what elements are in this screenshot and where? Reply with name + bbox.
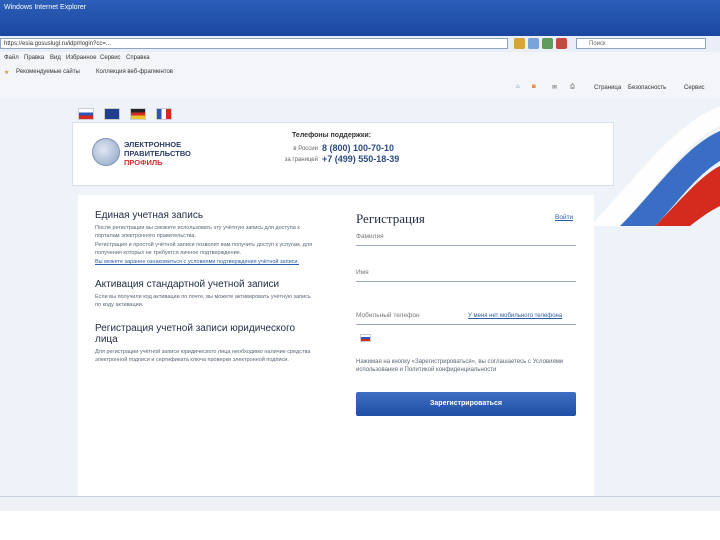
menu-favorites[interactable]: Избранное	[66, 55, 96, 61]
flag-de-icon[interactable]	[130, 108, 146, 120]
lastname-field[interactable]: Фамилия	[356, 233, 576, 246]
flag-fr-icon[interactable]	[156, 108, 172, 120]
section-text-activation: Если вы получили код активации по почте,…	[95, 293, 311, 308]
menu-help[interactable]: Справка	[126, 55, 150, 61]
flag-en-icon[interactable]	[104, 108, 120, 120]
fav-web-slices[interactable]: Коллекция веб-фрагментов	[96, 69, 173, 75]
logo-line-2: ПРАВИТЕЛЬСТВО	[124, 149, 191, 158]
emblem-icon	[92, 138, 120, 166]
link-confirm-conditions[interactable]: Вы можете заранее ознакомиться с условия…	[95, 259, 313, 267]
menu-view[interactable]: Вид	[50, 55, 61, 61]
flag-ru-icon[interactable]	[78, 108, 94, 120]
logo-line-1: ЭЛЕКТРОННОЕ	[124, 140, 182, 149]
section-title-activation: Активация стандартной учетной записи	[95, 278, 280, 290]
fav-suggested-sites[interactable]: Рекомендуемые сайты	[16, 69, 80, 75]
section-text-legal: Для регистрации учётной записи юридическ…	[95, 349, 311, 363]
home-icon[interactable]: ⌂	[516, 84, 520, 90]
address-bar: https://esia.gosuslugi.ru/idp/rlogin?cc=…	[0, 36, 720, 53]
star-icon[interactable]: ★	[4, 69, 9, 76]
info-column: Единая учетная запись После регистрации …	[95, 210, 313, 364]
login-link[interactable]: Войти	[555, 214, 573, 221]
section-title-legal: Регистрация учетной записи юридического …	[95, 323, 296, 346]
phone-russia: 8 (800) 100-70-10	[322, 143, 395, 153]
compat-view-icon[interactable]	[528, 38, 539, 49]
menu-file[interactable]: Файл	[4, 55, 19, 61]
section-text-account: После регистрации вы сможете использоват…	[95, 225, 300, 239]
language-switcher	[72, 104, 180, 122]
window-title: Windows Internet Explorer	[4, 4, 87, 11]
favorites-bar: ★ Рекомендуемые сайты Коллекция веб-фраг…	[0, 66, 720, 81]
lock-icon[interactable]	[514, 38, 525, 49]
phone-label-russia: в России	[293, 146, 318, 152]
terms-text: Нажимая на кнопку «Зарегистрироваться», …	[356, 359, 564, 373]
section-title-account: Единая учетная запись	[95, 210, 204, 221]
window-titlebar: Windows Internet Explorer	[0, 0, 720, 36]
stop-icon[interactable]	[556, 38, 567, 49]
no-phone-link[interactable]: У меня нет мобильного телефона	[468, 313, 562, 319]
rss-icon[interactable]: ◙	[532, 84, 536, 90]
refresh-icon[interactable]	[542, 38, 553, 49]
mail-icon[interactable]: ✉	[552, 84, 557, 91]
status-bar	[0, 496, 720, 511]
register-button[interactable]: Зарегистрироваться	[356, 392, 576, 416]
phone-label-abroad: за границей	[284, 157, 318, 163]
search-input[interactable]: Поиск	[576, 38, 706, 49]
menu-tools[interactable]: Сервис	[100, 55, 121, 61]
menu-edit[interactable]: Правка	[24, 55, 44, 61]
form-title: Регистрация	[356, 211, 425, 226]
section-text-account-2: Регистрация и простой учётной записи поз…	[95, 242, 313, 256]
logo-line-3: ПРОФИЛЬ	[124, 158, 163, 167]
support-title: Телефоны поддержки:	[292, 132, 372, 139]
country-flag-icon[interactable]	[360, 334, 371, 342]
firstname-field[interactable]: Имя	[356, 269, 576, 282]
phone-abroad: +7 (499) 550-18-39	[322, 154, 400, 164]
site-logo[interactable]: ЭЛЕКТРОННОЕ ПРАВИТЕЛЬСТВО ПРОФИЛЬ	[124, 140, 191, 167]
url-field[interactable]: https://esia.gosuslugi.ru/idp/rlogin?cc=…	[0, 38, 508, 49]
menu-bar: Файл Правка Вид Избранное Сервис Справка	[0, 52, 720, 67]
